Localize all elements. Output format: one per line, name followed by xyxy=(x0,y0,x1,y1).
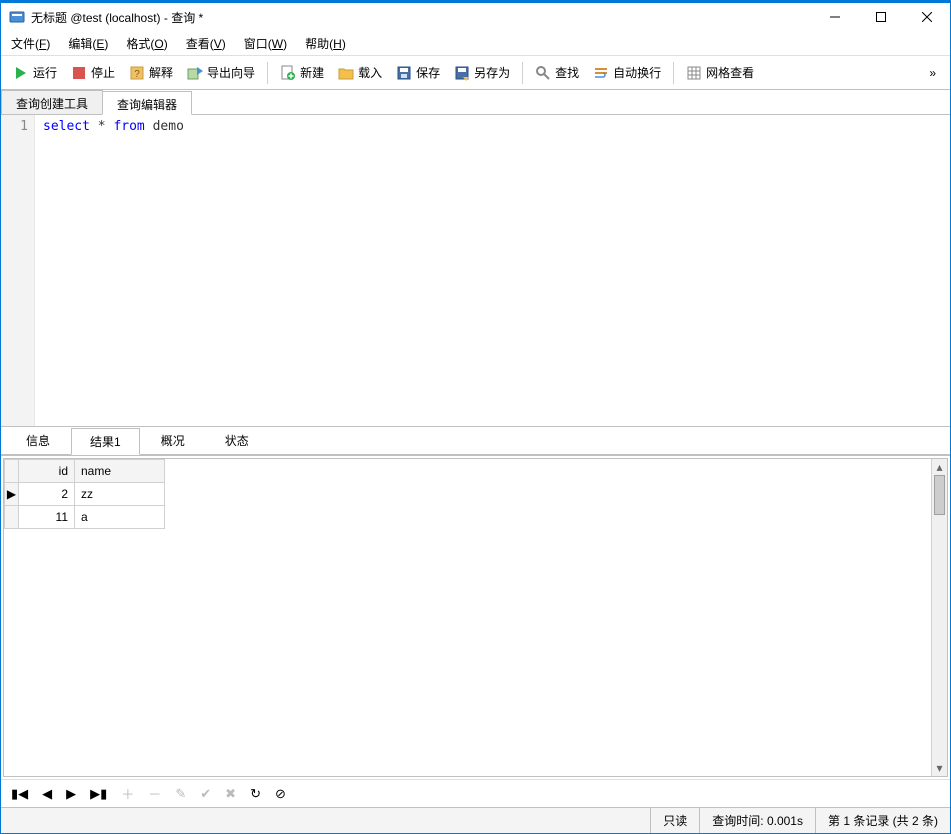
window-title: 无标题 @test (localhost) - 查询 * xyxy=(31,9,812,26)
editor-tab-bar: 查询创建工具 查询编辑器 xyxy=(1,89,950,115)
cell-id[interactable]: 11 xyxy=(19,506,75,529)
tab-status[interactable]: 状态 xyxy=(206,427,268,454)
menu-window[interactable]: 窗口(W) xyxy=(242,33,289,54)
column-header-name[interactable]: name xyxy=(75,460,165,483)
nav-edit[interactable]: ✎ xyxy=(173,786,188,802)
explain-button[interactable]: ? 解释 xyxy=(123,62,179,83)
tab-info[interactable]: 信息 xyxy=(7,427,69,454)
stop-icon xyxy=(71,65,87,81)
result-grid[interactable]: id name ▶ 2 zz 11 a xyxy=(4,459,165,529)
table-row[interactable]: ▶ 2 zz xyxy=(5,483,165,506)
status-query-time: 查询时间: 0.001s xyxy=(699,808,815,833)
gridview-button[interactable]: 网格查看 xyxy=(680,62,760,83)
nav-first[interactable]: ▮◀ xyxy=(9,786,30,802)
table-row[interactable]: 11 a xyxy=(5,506,165,529)
close-button[interactable] xyxy=(904,3,950,31)
nav-last[interactable]: ▶▮ xyxy=(88,786,109,802)
play-icon xyxy=(13,65,29,81)
row-marker-header[interactable] xyxy=(5,460,19,483)
row-marker xyxy=(5,506,19,529)
export-button[interactable]: 导出向导 xyxy=(181,62,261,83)
saveas-icon xyxy=(454,65,470,81)
nav-prev[interactable]: ◀ xyxy=(40,786,54,802)
new-icon xyxy=(280,65,296,81)
scroll-down-icon[interactable]: ▾ xyxy=(932,760,947,776)
svg-text:?: ? xyxy=(134,69,140,80)
wrap-button[interactable]: 自动换行 xyxy=(587,62,667,83)
save-button[interactable]: 保存 xyxy=(390,62,446,83)
tab-query-builder[interactable]: 查询创建工具 xyxy=(1,90,103,114)
separator xyxy=(673,62,674,84)
tab-query-editor[interactable]: 查询编辑器 xyxy=(102,91,192,115)
folder-open-icon xyxy=(338,65,354,81)
cell-id[interactable]: 2 xyxy=(19,483,75,506)
menu-help[interactable]: 帮助(H) xyxy=(303,33,348,54)
menu-edit[interactable]: 编辑(E) xyxy=(66,33,110,54)
separator xyxy=(522,62,523,84)
window-controls xyxy=(812,3,950,31)
find-button[interactable]: 查找 xyxy=(529,62,585,83)
run-button[interactable]: 运行 xyxy=(7,62,63,83)
column-header-id[interactable]: id xyxy=(19,460,75,483)
result-tab-bar: 信息 结果1 概况 状态 xyxy=(1,427,950,455)
new-button[interactable]: 新建 xyxy=(274,62,330,83)
nav-refresh[interactable]: ↻ xyxy=(248,786,263,802)
nav-add[interactable]: ＋ xyxy=(119,784,136,803)
cell-name[interactable]: zz xyxy=(75,483,165,506)
save-icon xyxy=(396,65,412,81)
minimize-button[interactable] xyxy=(812,3,858,31)
cell-name[interactable]: a xyxy=(75,506,165,529)
record-nav-toolbar: ▮◀ ◀ ▶ ▶▮ ＋ － ✎ ✔ ✖ ↻ ⊘ xyxy=(1,779,950,807)
nav-stop[interactable]: ⊘ xyxy=(273,786,288,802)
vertical-scrollbar[interactable]: ▴ ▾ xyxy=(931,459,947,776)
menu-file[interactable]: 文件(F) xyxy=(9,33,52,54)
sql-code[interactable]: select * from demo xyxy=(35,115,950,426)
app-icon xyxy=(9,9,25,25)
tab-result1[interactable]: 结果1 xyxy=(71,428,140,455)
grid-icon xyxy=(686,65,702,81)
stop-button[interactable]: 停止 xyxy=(65,62,121,83)
nav-commit[interactable]: ✔ xyxy=(198,786,213,802)
separator xyxy=(267,62,268,84)
result-grid-panel: id name ▶ 2 zz 11 a xyxy=(1,455,950,807)
maximize-button[interactable] xyxy=(858,3,904,31)
saveas-button[interactable]: 另存为 xyxy=(448,62,516,83)
current-row-marker: ▶ xyxy=(5,483,19,506)
status-bar: 只读 查询时间: 0.001s 第 1 条记录 (共 2 条) xyxy=(1,807,950,833)
nav-delete[interactable]: － xyxy=(146,784,163,803)
explain-icon: ? xyxy=(129,65,145,81)
app-window: 无标题 @test (localhost) - 查询 * 文件(F) 编辑(E)… xyxy=(0,0,951,834)
menu-view[interactable]: 查看(V) xyxy=(184,33,228,54)
status-record-count: 第 1 条记录 (共 2 条) xyxy=(815,808,950,833)
tab-profile[interactable]: 概况 xyxy=(142,427,204,454)
menu-bar: 文件(F) 编辑(E) 格式(O) 查看(V) 窗口(W) 帮助(H) xyxy=(1,31,950,55)
main-toolbar: 运行 停止 ? 解释 导出向导 新建 载入 保存 另存为 xyxy=(1,55,950,89)
wrap-icon xyxy=(593,65,609,81)
nav-next[interactable]: ▶ xyxy=(64,786,78,802)
nav-cancel[interactable]: ✖ xyxy=(223,786,238,802)
scroll-thumb[interactable] xyxy=(934,475,945,515)
toolbar-overflow[interactable]: » xyxy=(921,66,944,80)
search-icon xyxy=(535,65,551,81)
menu-format[interactable]: 格式(O) xyxy=(124,33,169,54)
sql-editor[interactable]: 1 select * from demo xyxy=(1,115,950,427)
export-icon xyxy=(187,65,203,81)
status-readonly: 只读 xyxy=(650,808,699,833)
line-gutter: 1 xyxy=(1,115,35,426)
load-button[interactable]: 载入 xyxy=(332,62,388,83)
scroll-up-icon[interactable]: ▴ xyxy=(932,459,947,475)
result-grid-scroll[interactable]: id name ▶ 2 zz 11 a xyxy=(4,459,931,776)
title-bar: 无标题 @test (localhost) - 查询 * xyxy=(1,1,950,31)
